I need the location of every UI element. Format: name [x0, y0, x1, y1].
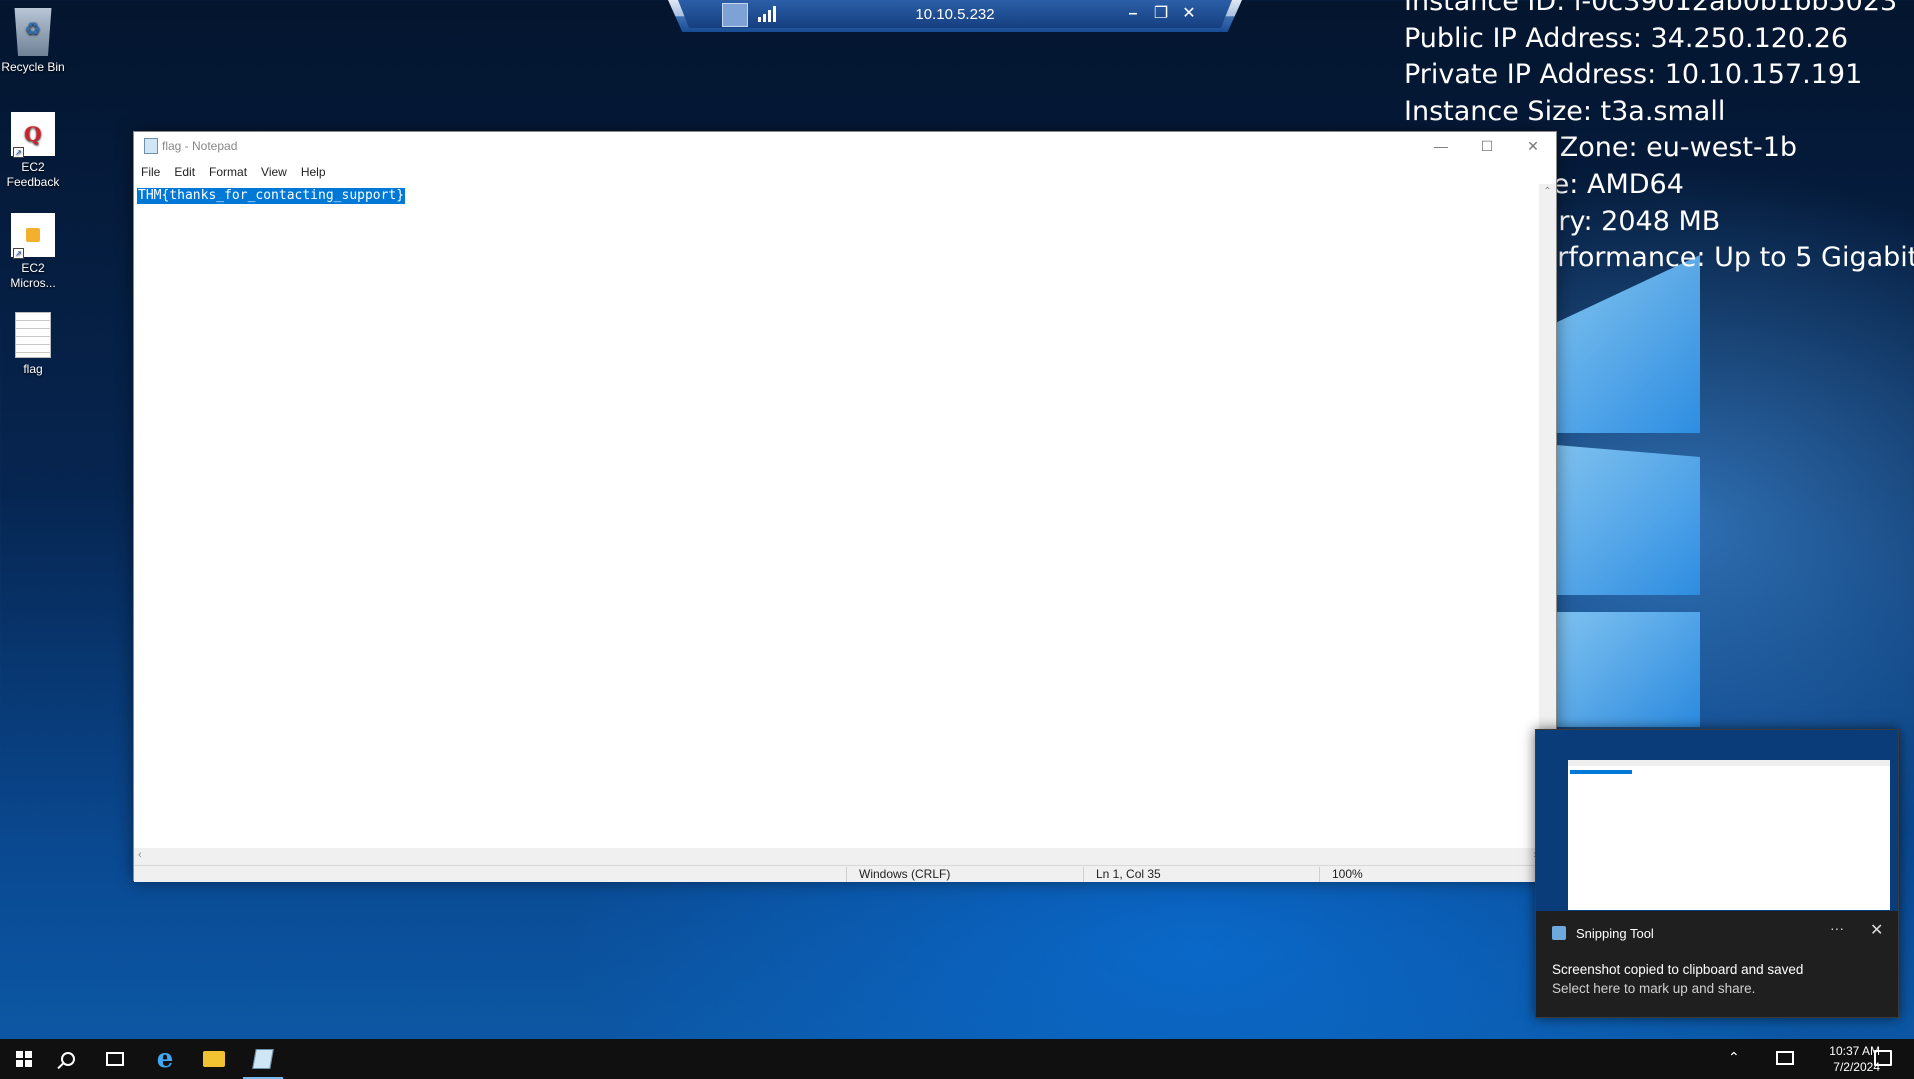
desktop-icon-label: flag	[23, 362, 43, 376]
rdp-close-button[interactable]: ✕	[1178, 3, 1200, 25]
close-button[interactable]: ✕	[1510, 132, 1556, 160]
menu-view[interactable]: View	[261, 165, 287, 179]
scroll-up-icon[interactable]: ⌃	[1539, 186, 1556, 197]
system-clock[interactable]: 10:37 AM 7/2/2024	[1790, 1043, 1880, 1075]
taskbar-internet-explorer[interactable]: e	[141, 1039, 189, 1079]
search-button[interactable]	[44, 1039, 92, 1079]
close-icon[interactable]: ✕	[1870, 920, 1883, 940]
wallpaper-logo-pane	[1556, 612, 1700, 727]
desktop-icon-label: EC2 Feedback	[6, 160, 60, 189]
desktop-icon-recycle-bin[interactable]: Recycle Bin	[0, 8, 66, 75]
rdp-bar-inner: 10.10.5.232 – ❐ ✕	[678, 0, 1232, 28]
shortcut-arrow-icon: ↗	[13, 147, 24, 158]
rdp-restore-button[interactable]: ❐	[1150, 3, 1172, 25]
menu-file[interactable]: File	[141, 165, 160, 179]
recycle-bin-icon	[14, 8, 52, 56]
task-view-button[interactable]	[91, 1039, 139, 1079]
status-bar: Windows (CRLF) Ln 1, Col 35 100%	[134, 865, 1556, 882]
screenshot-preview[interactable]	[1536, 730, 1898, 911]
taskbar-notepad[interactable]	[239, 1039, 287, 1079]
menu-bar: File Edit Format View Help	[134, 160, 1556, 184]
minimize-button[interactable]: —	[1418, 132, 1464, 160]
clock-date: 7/2/2024	[1833, 1060, 1880, 1074]
notepad-icon	[252, 1049, 274, 1069]
horizontal-scrollbar[interactable]: ‹ ›	[134, 848, 1541, 865]
menu-help[interactable]: Help	[301, 165, 326, 179]
menu-format[interactable]: Format	[209, 165, 247, 179]
desktop-icon-ec2-feedback[interactable]: Q ↗ EC2 Feedback	[0, 108, 66, 190]
status-zoom: 100%	[1319, 867, 1363, 882]
rdp-minimize-button[interactable]: –	[1122, 3, 1144, 25]
preview-notepad-thumbnail	[1568, 760, 1890, 910]
notepad-app-icon	[144, 138, 158, 154]
task-view-icon	[106, 1052, 124, 1066]
desktop-icon-label: EC2 Micros...	[10, 261, 56, 290]
show-hidden-icons-chevron-icon[interactable]: ⌃	[1728, 1049, 1740, 1066]
desktop-icon-flag[interactable]: flag	[0, 312, 66, 377]
snipping-tool-icon	[1552, 926, 1566, 940]
maximize-button[interactable]: ☐	[1464, 132, 1510, 160]
ec2-box-icon: ↗	[11, 213, 55, 259]
text-editor[interactable]: THM{thanks_for_contacting_support}	[134, 184, 1541, 848]
more-options-icon[interactable]: ···	[1830, 920, 1844, 936]
text-file-icon	[15, 312, 51, 358]
bginfo-line: Instance ID: i-0c39012ab0b1bb5023	[1404, 0, 1898, 17]
notification-heading: Screenshot copied to clipboard and saved	[1552, 962, 1804, 977]
folder-icon	[203, 1051, 225, 1067]
notification-subtext: Select here to mark up and share.	[1552, 981, 1756, 996]
rdp-host-address: 10.10.5.232	[915, 6, 995, 23]
snipping-tool-notification[interactable]: Snipping Tool ··· ✕ Screenshot copied to…	[1535, 729, 1899, 1018]
menu-edit[interactable]: Edit	[174, 165, 195, 179]
bginfo-line: Instance Size: t3a.small	[1404, 95, 1726, 127]
scroll-left-icon[interactable]: ‹	[138, 849, 142, 861]
status-cursor-position: Ln 1, Col 35	[1083, 867, 1161, 882]
wallpaper-logo-pane	[1556, 255, 1700, 433]
taskbar-file-explorer[interactable]	[190, 1039, 238, 1079]
window-title: flag - Notepad	[162, 139, 238, 153]
action-center-icon[interactable]	[1874, 1050, 1892, 1066]
windows-logo-icon	[16, 1051, 32, 1067]
ec2-feedback-icon: Q ↗	[11, 112, 55, 158]
desktop-icon-label: Recycle Bin	[1, 60, 65, 74]
clock-time: 10:37 AM	[1829, 1044, 1880, 1058]
wallpaper-logo-pane	[1556, 445, 1700, 595]
search-icon	[61, 1052, 75, 1066]
bginfo-line: Public IP Address: 34.250.120.26	[1404, 22, 1849, 54]
bginfo-line: Private IP Address: 10.10.157.191	[1404, 59, 1863, 91]
notepad-window: flag - Notepad — ☐ ✕ File Edit Format Vi…	[133, 131, 1557, 882]
start-button[interactable]	[0, 1039, 48, 1079]
notification-app-name: Snipping Tool	[1576, 926, 1654, 941]
selected-text[interactable]: THM{thanks_for_contacting_support}	[137, 188, 406, 204]
status-line-ending: Windows (CRLF)	[846, 867, 950, 882]
internet-explorer-icon: e	[156, 1044, 174, 1074]
notepad-titlebar[interactable]: flag - Notepad — ☐ ✕	[134, 132, 1556, 160]
taskbar: e ⌃ 10:37 AM 7/2/2024	[0, 1039, 1914, 1079]
rdp-connection-bar: 10.10.5.232 – ❐ ✕	[668, 0, 1242, 32]
shortcut-arrow-icon: ↗	[13, 248, 24, 259]
desktop-icon-ec2-microsoft[interactable]: ↗ EC2 Micros...	[0, 209, 66, 291]
